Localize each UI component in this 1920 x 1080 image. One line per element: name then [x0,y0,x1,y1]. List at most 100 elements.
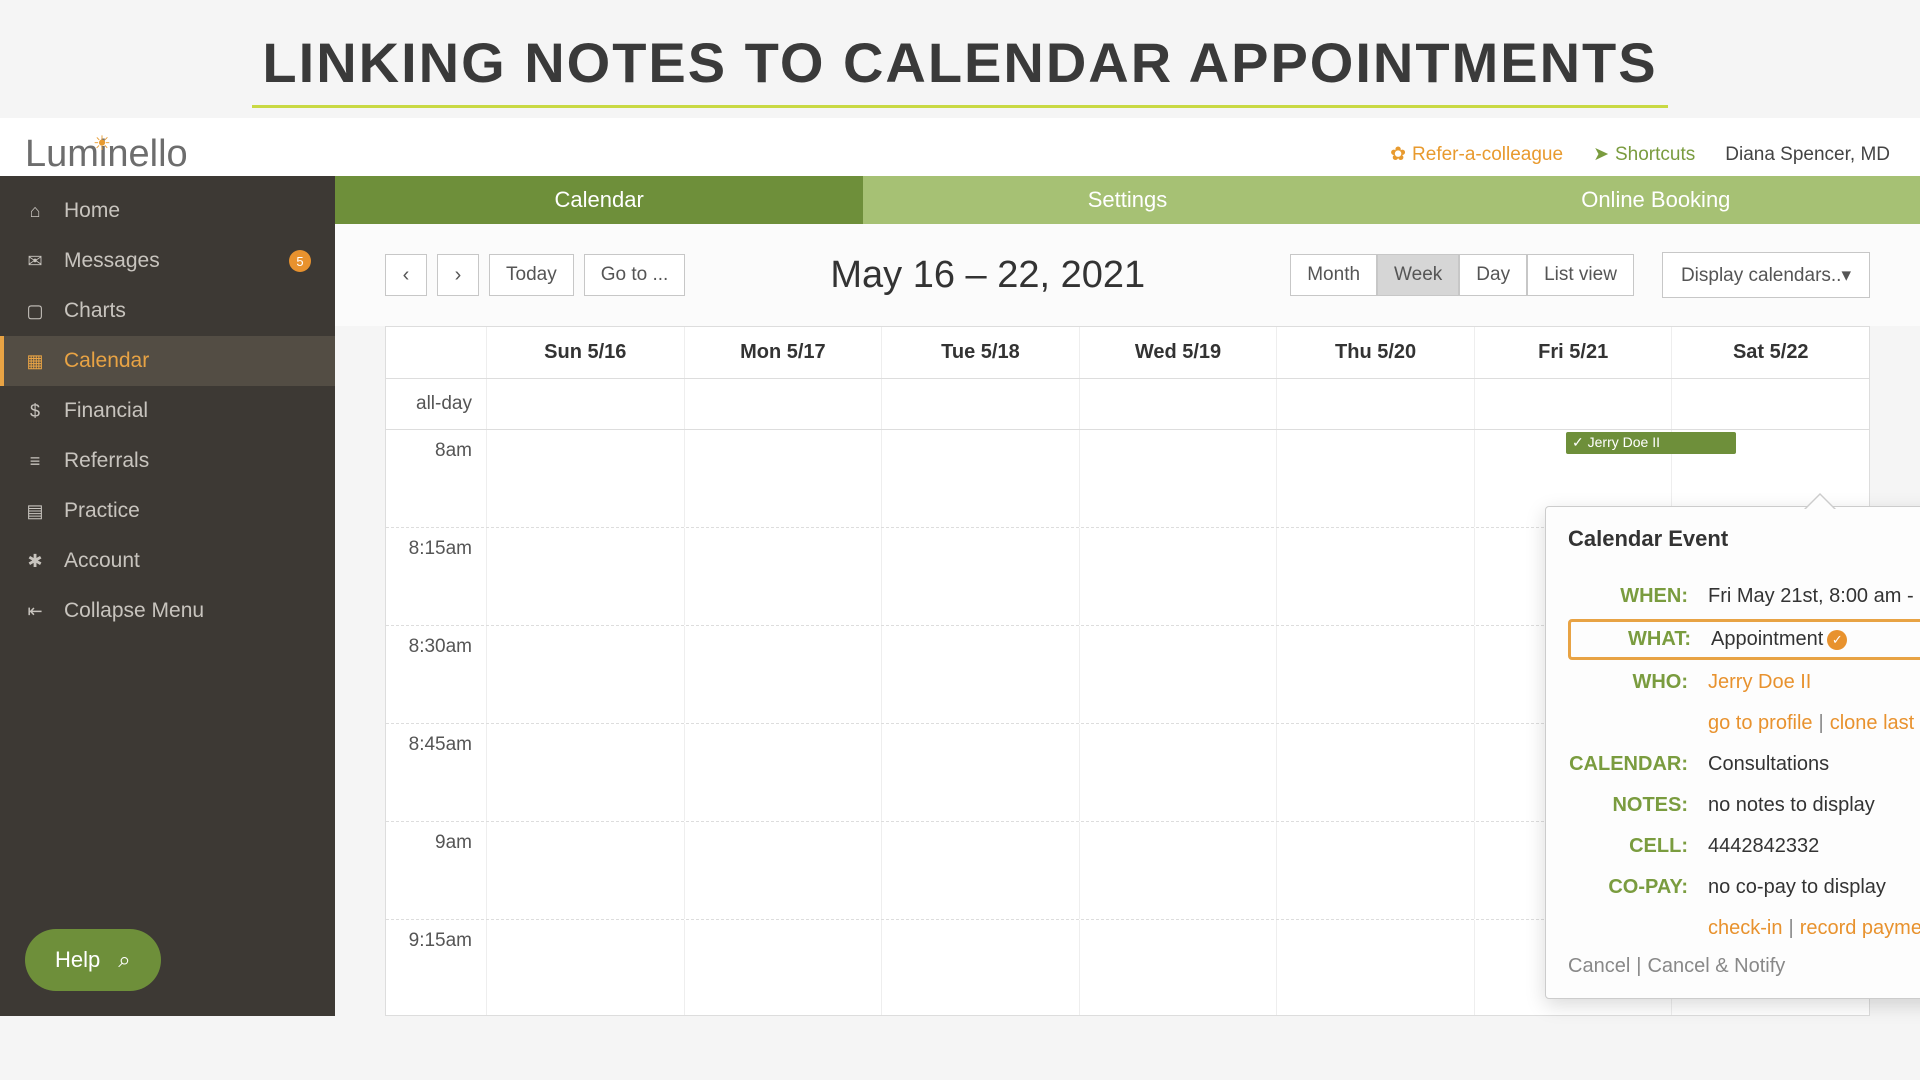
time-label: 8:45am [386,724,486,821]
time-cell[interactable] [684,822,882,919]
time-cell[interactable] [1079,528,1277,625]
dollar-icon: $ [24,401,46,422]
main-content: Calendar Settings Online Booking ‹ › Tod… [335,176,1920,1016]
day-header: Mon 5/17 [684,327,882,378]
sidebar-item-label: Collapse Menu [64,599,204,623]
time-label: 8:30am [386,626,486,723]
time-cell[interactable] [1276,920,1474,1016]
time-cell[interactable] [881,430,1079,527]
time-cell[interactable] [1079,626,1277,723]
who-label: WHO: [1568,671,1708,694]
sidebar: ⌂Home ✉ Messages 5 ▢Charts ▦Calendar $Fina… [0,176,335,1016]
time-cell[interactable] [1276,626,1474,723]
sidebar-item-home[interactable]: ⌂Home [0,186,335,236]
week-view-button[interactable]: Week [1377,254,1459,296]
subtabs: Calendar Settings Online Booking [335,176,1920,224]
time-cell[interactable] [881,920,1079,1016]
topbar-right: ✿ Refer-a-colleague ➤ Shortcuts Diana Sp… [1390,143,1890,166]
grid-icon: ▤ [24,501,46,522]
sidebar-item-label: Home [64,199,120,223]
list-view-button[interactable]: List view [1527,254,1634,296]
tab-calendar[interactable]: Calendar [335,176,863,224]
shortcuts-link[interactable]: ➤ Shortcuts [1593,143,1695,166]
day-header: Fri 5/21 [1474,327,1672,378]
time-cell[interactable] [1276,724,1474,821]
time-cell[interactable] [881,822,1079,919]
today-button[interactable]: Today [489,254,574,296]
sidebar-item-label: Messages [64,249,160,273]
sidebar-item-practice[interactable]: ▤Practice [0,486,335,536]
time-cell[interactable] [486,626,684,723]
allday-label: all-day [386,379,486,429]
month-view-button[interactable]: Month [1290,254,1377,296]
sidebar-item-referrals[interactable]: ≡Referrals [0,436,335,486]
event-chip[interactable]: ✓ Jerry Doe II [1566,432,1736,454]
time-cell[interactable] [1276,528,1474,625]
next-button[interactable]: › [437,254,479,296]
time-cell[interactable] [684,528,882,625]
goto-button[interactable]: Go to ... [584,254,686,296]
time-cell[interactable] [486,528,684,625]
prev-button[interactable]: ‹ [385,254,427,296]
time-cell[interactable] [881,724,1079,821]
popover-header: Calendar Event ✕ [1546,507,1920,570]
user-name[interactable]: Diana Spencer, MD [1725,144,1890,166]
sidebar-item-messages[interactable]: ✉ Messages 5 [0,236,335,286]
time-cell[interactable] [684,724,882,821]
day-view-button[interactable]: Day [1459,254,1527,296]
time-cell[interactable] [486,724,684,821]
sidebar-item-label: Referrals [64,449,149,473]
time-cell[interactable] [486,430,684,527]
checkin-link[interactable]: check-in [1708,917,1782,939]
display-calendars-dropdown[interactable]: Display calendars..▾ [1662,252,1870,298]
page-title: LINKING NOTES TO CALENDAR APPOINTMENTS [0,0,1920,118]
notes-value: no notes to display [1708,794,1920,817]
refer-link[interactable]: ✿ Refer-a-colleague [1390,143,1563,166]
time-cell[interactable] [1079,920,1277,1016]
tab-booking[interactable]: Online Booking [1392,176,1920,224]
cancel-notify-link[interactable]: Cancel & Notify [1647,955,1785,977]
time-label: 8:15am [386,528,486,625]
clone-last-note-link[interactable]: clone last note [1830,712,1920,734]
time-cell[interactable] [1079,430,1277,527]
time-cell[interactable] [1079,822,1277,919]
time-cell[interactable] [684,626,882,723]
time-cell[interactable] [684,920,882,1016]
what-value: Appointment✓ [1711,628,1920,651]
view-group: Month Week Day List view [1290,254,1634,296]
help-button[interactable]: Help ⌕ [25,929,161,991]
sidebar-item-calendar[interactable]: ▦Calendar [0,336,335,386]
tab-settings[interactable]: Settings [863,176,1391,224]
record-payment-link[interactable]: record payment [1800,917,1920,939]
time-cell[interactable] [881,626,1079,723]
envelope-icon: ✉ [24,251,46,272]
help-label: Help [55,947,100,973]
search-icon: ⌕ [118,947,130,973]
time-cell[interactable] [1079,724,1277,821]
allday-row: all-day [386,379,1869,430]
cell-value: 4442842332 [1708,835,1920,858]
sidebar-item-label: Charts [64,299,126,323]
time-cell[interactable] [881,528,1079,625]
arrow-icon: ➤ [1593,143,1609,166]
topbar: ☀ Luminello ✿ Refer-a-colleague ➤ Shortc… [0,118,1920,176]
time-cell[interactable] [486,920,684,1016]
when-value: Fri May 21st, 8:00 am - 8:30 am [1708,585,1920,608]
sidebar-item-account[interactable]: ✱Account [0,536,335,586]
copay-label: CO-PAY: [1568,876,1708,899]
calendar-icon: ▦ [24,351,46,372]
go-to-profile-link[interactable]: go to profile [1708,712,1813,734]
cancel-link[interactable]: Cancel [1568,955,1630,977]
time-cell[interactable] [1276,430,1474,527]
messages-badge: 5 [289,250,311,272]
sidebar-item-collapse[interactable]: ⇤Collapse Menu [0,586,335,636]
time-cell[interactable] [1276,822,1474,919]
who-link[interactable]: Jerry Doe II [1708,671,1811,693]
sidebar-item-financial[interactable]: $Financial [0,386,335,436]
time-cell[interactable] [684,430,882,527]
sidebar-item-charts[interactable]: ▢Charts [0,286,335,336]
notes-label: NOTES: [1568,794,1708,817]
time-cell[interactable] [486,822,684,919]
sun-icon: ☀ [93,131,111,156]
event-popover: Calendar Event ✕ WHEN:Fri May 21st, 8:00… [1545,506,1920,999]
